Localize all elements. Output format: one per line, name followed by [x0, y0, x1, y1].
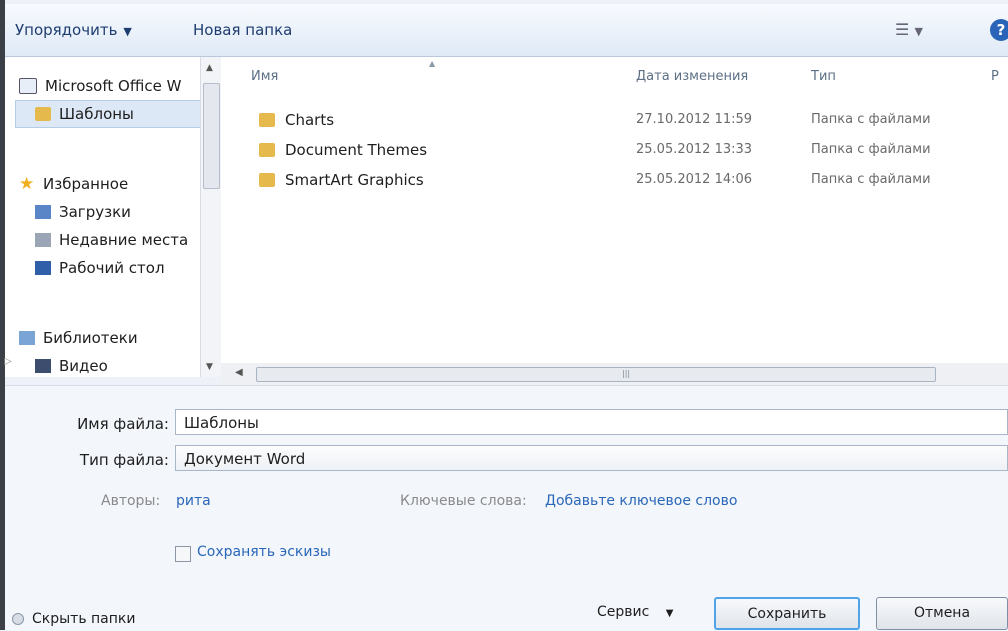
- nav-item-label: Библиотеки: [43, 329, 138, 347]
- authors-label: Авторы:: [101, 493, 161, 509]
- horizontal-scrollbar[interactable]: ◀ |||: [221, 363, 1008, 385]
- keywords-label: Ключевые слова:: [400, 493, 527, 509]
- new-folder-button[interactable]: Новая папка: [193, 21, 292, 39]
- service-label: Сервис: [597, 604, 650, 620]
- save-thumbnails-label[interactable]: Сохранять эскизы: [197, 544, 331, 560]
- organize-label: Упорядочить: [15, 21, 118, 39]
- grip-icon: |||: [622, 369, 631, 378]
- recent-places-icon: [35, 233, 51, 247]
- expand-arrow-icon[interactable]: ▷: [4, 356, 12, 367]
- view-list-icon: ☰: [895, 20, 910, 39]
- column-header-size[interactable]: Р: [991, 69, 999, 84]
- folder-icon: [259, 143, 275, 157]
- folder-icon: [35, 107, 51, 121]
- folder-icon: [259, 113, 275, 127]
- nav-item-label: Видео: [59, 357, 108, 375]
- horizontal-scroll-thumb[interactable]: |||: [256, 367, 936, 382]
- save-button[interactable]: Сохранить: [714, 597, 860, 630]
- command-bar: Упорядочить ▼ Новая папка ☰ ▼ ?: [5, 4, 1008, 57]
- column-header-name[interactable]: Имя: [251, 69, 278, 84]
- save-thumbnails-checkbox[interactable]: [175, 546, 191, 562]
- organize-button[interactable]: Упорядочить ▼: [15, 21, 132, 39]
- nav-scrollbar[interactable]: ▲ ▼: [200, 57, 221, 377]
- nav-item-templates[interactable]: Шаблоны: [35, 101, 134, 127]
- column-header-type[interactable]: Тип: [811, 69, 836, 84]
- authors-field[interactable]: рита: [176, 493, 211, 509]
- libraries-icon: [19, 331, 35, 345]
- video-icon: [35, 359, 51, 373]
- nav-item-libraries[interactable]: Библиотеки: [19, 325, 138, 351]
- column-header-date[interactable]: Дата изменения: [636, 69, 748, 84]
- chevron-down-icon: ▼: [665, 608, 674, 619]
- filetype-select[interactable]: Документ Word: [175, 445, 1008, 471]
- service-menu-button[interactable]: Сервис ▼: [597, 604, 673, 620]
- cancel-button[interactable]: Отмена: [876, 597, 1008, 630]
- nav-item-favorites[interactable]: ★ Избранное: [19, 171, 128, 197]
- hide-folders-button[interactable]: Скрыть папки: [12, 611, 135, 627]
- filetype-label: Тип файла:: [79, 451, 169, 469]
- file-row[interactable]: Charts 27.10.2012 11:59 Папка с файлами: [221, 109, 1008, 131]
- star-icon: ★: [19, 174, 35, 194]
- nav-item-label: Microsoft Office W: [45, 77, 182, 95]
- nav-item-desktop[interactable]: Рабочий стол: [35, 255, 165, 281]
- desktop-icon: [35, 261, 51, 275]
- sort-ascending-icon: ▲: [429, 59, 436, 68]
- filename-label: Имя файла:: [77, 415, 169, 433]
- nav-item-label: Рабочий стол: [59, 259, 165, 277]
- nav-item-label: Недавние места: [59, 231, 189, 249]
- nav-item-label: Загрузки: [59, 203, 131, 221]
- scroll-down-icon[interactable]: ▼: [206, 362, 213, 372]
- nav-item-video[interactable]: Видео: [35, 353, 108, 379]
- file-row[interactable]: Document Themes 25.05.2012 13:33 Папка с…: [221, 139, 1008, 161]
- navigation-pane: Microsoft Office W Шаблоны ★ Избранное З…: [5, 57, 203, 379]
- collapse-icon: [12, 613, 24, 625]
- help-button[interactable]: ?: [990, 19, 1008, 41]
- scroll-up-icon[interactable]: ▲: [206, 63, 213, 73]
- hide-folders-label: Скрыть папки: [32, 611, 136, 627]
- office-icon: [19, 78, 37, 94]
- nav-item-downloads[interactable]: Загрузки: [35, 199, 131, 225]
- chevron-down-icon: ▼: [123, 25, 132, 38]
- save-as-dialog: Упорядочить ▼ Новая папка ☰ ▼ ? Microsoft…: [0, 0, 1008, 631]
- file-list: ▲ Имя Дата изменения Тип Р Charts 27.10.…: [221, 57, 1008, 363]
- nav-item-office[interactable]: Microsoft Office W: [19, 73, 181, 99]
- nav-item-label: Избранное: [43, 175, 129, 193]
- file-name: Charts: [285, 111, 335, 129]
- downloads-icon: [35, 205, 51, 219]
- nav-scroll-thumb[interactable]: [203, 83, 220, 189]
- file-name: SmartArt Graphics: [285, 171, 424, 189]
- keywords-field[interactable]: Добавьте ключевое слово: [545, 493, 737, 509]
- file-type: Папка с файлами: [811, 172, 931, 187]
- scroll-left-icon[interactable]: ◀: [235, 367, 243, 378]
- nav-item-recent[interactable]: Недавние места: [35, 227, 188, 253]
- file-date: 27.10.2012 11:59: [636, 112, 753, 127]
- filename-input[interactable]: Шаблоны: [175, 409, 1008, 435]
- nav-item-label: Шаблоны: [59, 105, 134, 123]
- chevron-down-icon: ▼: [914, 25, 923, 38]
- folder-icon: [259, 173, 275, 187]
- file-type: Папка с файлами: [811, 112, 931, 127]
- file-row[interactable]: SmartArt Graphics 25.05.2012 14:06 Папка…: [221, 169, 1008, 191]
- view-options-button[interactable]: ☰ ▼: [895, 20, 923, 39]
- file-date: 25.05.2012 13:33: [636, 142, 753, 157]
- file-type: Папка с файлами: [811, 142, 931, 157]
- file-name: Document Themes: [285, 141, 428, 159]
- file-date: 25.05.2012 14:06: [636, 172, 753, 187]
